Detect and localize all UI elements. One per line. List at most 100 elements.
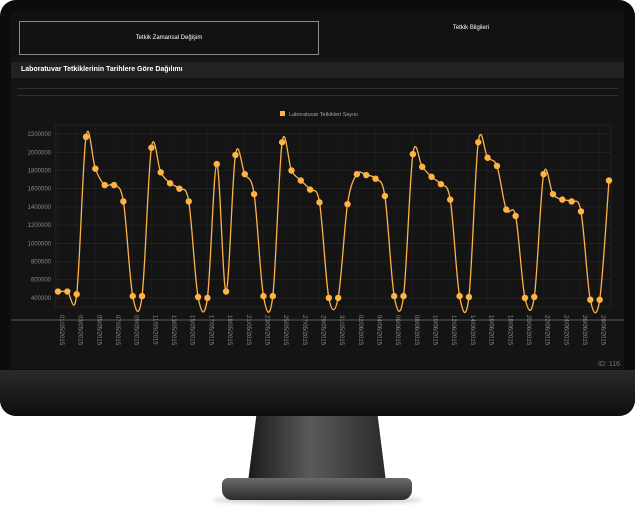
data-point: [101, 181, 108, 189]
data-point: [381, 192, 389, 200]
page-id-label: ID: 116: [597, 361, 620, 368]
y-tick-label: 1800000: [28, 169, 52, 175]
x-tick-label: 25/05/2015: [282, 315, 288, 346]
y-tick-label: 1200000: [28, 223, 52, 229]
x-tick-label: 09/05/2015: [133, 315, 139, 346]
data-point: [493, 162, 501, 170]
y-axis: 400000 600000 800000 1000000 1200000 1400000 1…: [28, 132, 52, 302]
series-path: [57, 130, 610, 314]
data-point: [288, 167, 295, 174]
x-tick-label: 11/05/2015: [151, 315, 157, 345]
x-tick-label: 16/06/2015: [488, 315, 494, 346]
data-point: [241, 170, 248, 178]
x-tick-label: 29/05/2015: [319, 315, 325, 346]
x-tick-label: 07/05/2015: [114, 315, 120, 346]
data-point: [400, 292, 407, 300]
x-tick-label: 08/06/2015: [413, 315, 419, 346]
app-screen: Tetkik Zamansal Değişim Tetkik Bilgileri…: [11, 11, 624, 369]
data-point: [605, 177, 613, 184]
data-point: [521, 294, 529, 302]
data-point: [325, 294, 333, 302]
monitor-stand-base: [222, 478, 412, 500]
data-point: [503, 206, 510, 213]
data-point: [64, 288, 71, 295]
x-tick-label: 01/05/2015: [58, 315, 64, 346]
x-tick-label: 27/05/2015: [301, 315, 307, 346]
x-tick-label: 19/05/2015: [226, 315, 232, 346]
data-point: [297, 177, 305, 184]
data-point: [344, 200, 351, 208]
data-point: [596, 296, 603, 303]
data-point: [222, 288, 230, 295]
data-point: [316, 199, 323, 206]
data-point: [568, 198, 575, 205]
data-point: [232, 151, 239, 159]
data-point: [157, 169, 164, 176]
x-tick-label: 05/05/2015: [95, 315, 101, 346]
data-point: [512, 212, 519, 220]
data-point: [306, 186, 314, 193]
data-point: [456, 292, 463, 300]
monitor-stand-neck: [248, 416, 386, 482]
data-point: [278, 139, 286, 146]
data-point: [437, 180, 445, 188]
data-point: [475, 139, 482, 146]
x-tick-label: 18/06/2015: [506, 315, 512, 346]
data-point: [54, 288, 62, 295]
y-tick-label: 600000: [31, 278, 52, 284]
y-tick-label: 1400000: [28, 205, 52, 211]
data-point: [73, 291, 80, 298]
line-chart: Laboratuvar Tetkikleri Sayısı 400000 6000…: [11, 111, 624, 346]
data-point: [362, 171, 370, 179]
legend-swatch: [280, 111, 285, 116]
data-point: [213, 160, 220, 168]
data-point: [166, 180, 174, 187]
monitor-bezel: [0, 370, 635, 416]
data-point: [92, 165, 99, 172]
data-point: [549, 190, 557, 198]
data-point: [250, 190, 258, 198]
data-point: [372, 175, 379, 182]
data-point: [120, 198, 127, 205]
x-tick-label: 20/06/2015: [525, 315, 531, 346]
data-point: [148, 144, 155, 151]
data-point: [559, 196, 566, 203]
data-point: [409, 150, 417, 158]
data-point: [587, 296, 594, 303]
data-point: [260, 292, 267, 300]
series-points: [54, 133, 613, 303]
series-line: [57, 130, 610, 314]
data-point: [531, 293, 538, 301]
data-point: [419, 163, 426, 171]
y-tick-label: 2000000: [28, 150, 52, 156]
data-point: [194, 293, 202, 301]
x-tick-label: 31/05/2015: [338, 315, 344, 346]
legend-label: Laboratuvar Tetkikleri Sayısı: [289, 112, 358, 118]
data-point: [428, 173, 435, 181]
data-point: [484, 154, 491, 161]
data-point: [82, 133, 90, 141]
x-tick-label: 04/06/2015: [376, 315, 382, 346]
x-tick-label: 22/06/2015: [544, 315, 550, 346]
x-tick-label: 06/06/2015: [394, 315, 400, 346]
y-tick-label: 2200000: [28, 132, 52, 138]
data-point: [577, 208, 585, 215]
x-tick-label: 26/06/2015: [581, 315, 587, 346]
x-tick-label: 13/05/2015: [170, 315, 176, 346]
data-point: [129, 292, 136, 300]
x-tick-label: 28/06/2015: [600, 315, 606, 346]
y-tick-label: 800000: [31, 260, 52, 266]
x-tick-label: 03/05/2015: [77, 315, 83, 346]
data-point: [334, 294, 342, 302]
x-tick-label: 15/05/2015: [189, 315, 195, 346]
data-point: [465, 293, 473, 301]
x-tick-label: 24/06/2015: [562, 315, 568, 346]
x-tick-label: 10/06/2015: [432, 315, 438, 346]
y-tick-label: 1000000: [28, 241, 52, 247]
chart-grid: [11, 124, 624, 321]
data-point: [540, 170, 547, 178]
x-tick-label: 21/05/2015: [245, 315, 251, 346]
data-point: [185, 198, 192, 205]
data-point: [204, 294, 211, 302]
data-point: [269, 292, 276, 300]
